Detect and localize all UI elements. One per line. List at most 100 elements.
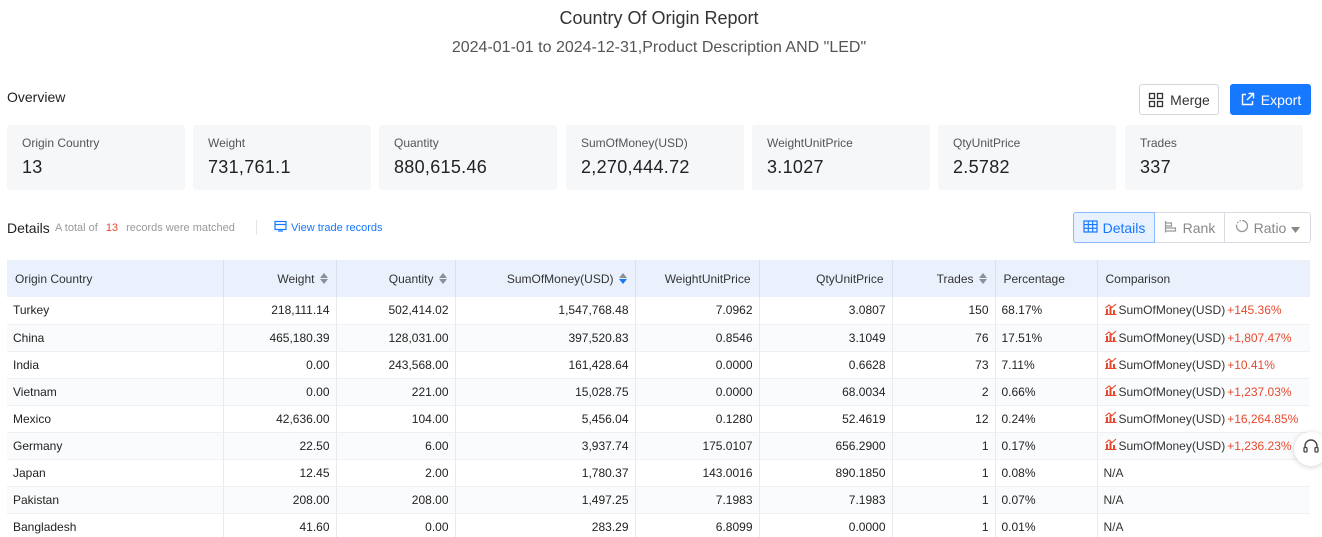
col-comparison: Comparison	[1097, 260, 1310, 297]
sort-icon[interactable]	[438, 273, 447, 284]
col-trades[interactable]: Trades	[892, 260, 996, 297]
cell-qty-unit-price: 0.6628	[759, 351, 893, 379]
rank-view-button[interactable]: Rank	[1155, 212, 1225, 243]
trend-chart-icon	[1104, 411, 1117, 426]
cell-weight: 0.00	[223, 351, 337, 379]
cell-origin-country: Bangladesh	[7, 513, 224, 537]
table-row[interactable]: Japan 12.45 2.00 1,780.37 143.0016 890.1850 1 0…	[7, 459, 1310, 487]
cell-weight: 42,636.00	[223, 405, 337, 433]
cell-percentage: 68.17%	[995, 297, 1098, 325]
caret-down-icon	[1291, 220, 1301, 236]
cell-sum-of-money: 161,428.64	[455, 351, 636, 379]
cell-quantity: 0.00	[336, 513, 456, 537]
cell-qty-unit-price: 3.1049	[759, 324, 893, 352]
rank-icon	[1164, 220, 1178, 236]
table-row[interactable]: Turkey 218,111.14 502,414.02 1,547,768.48 7.…	[7, 297, 1310, 325]
ratio-view-dropdown[interactable]: Ratio	[1225, 212, 1311, 243]
cell-origin-country: Germany	[7, 432, 224, 460]
comparison-change: +16,264.85%	[1227, 411, 1299, 426]
sort-icon[interactable]	[319, 273, 328, 284]
stat-card-origin-country: Origin Country 13	[7, 125, 185, 190]
col-origin-country: Origin Country	[7, 260, 224, 297]
export-button[interactable]: Export	[1230, 84, 1311, 115]
table-row[interactable]: Bangladesh 41.60 0.00 283.29 6.8099 0.0000 1 0.…	[7, 513, 1310, 537]
comparison-metric: SumOfMoney(USD)	[1118, 438, 1226, 453]
col-qty-unit-price: QtyUnitPrice	[759, 260, 893, 297]
cell-trades: 1	[892, 432, 996, 460]
view-switcher: Details Rank Ratio	[1073, 212, 1311, 243]
trend-chart-icon	[1104, 384, 1117, 399]
table-row[interactable]: Germany 22.50 6.00 3,937.74 175.0107 656.2900…	[7, 432, 1310, 460]
cell-weight-unit-price: 6.8099	[635, 513, 760, 537]
overview-heading: Overview	[7, 89, 66, 105]
col-quantity[interactable]: Quantity	[336, 260, 456, 297]
rank-view-label: Rank	[1182, 219, 1216, 236]
cell-qty-unit-price: 3.0807	[759, 297, 893, 325]
export-label: Export	[1260, 91, 1302, 108]
comparison-indicator: SumOfMoney(USD) +1,237.03%	[1104, 384, 1305, 399]
cell-sum-of-money: 1,497.25	[455, 486, 636, 514]
merge-icon	[1148, 92, 1164, 108]
cell-sum-of-money: 1,547,768.48	[455, 297, 636, 325]
stat-card-sum-of-money: SumOfMoney(USD) 2,270,444.72	[566, 125, 744, 190]
table-row[interactable]: Vietnam 0.00 221.00 15,028.75 0.0000 68.0034 2…	[7, 378, 1310, 406]
customer-service-button[interactable]	[1294, 432, 1322, 466]
col-weight-unit-price: WeightUnitPrice	[635, 260, 760, 297]
stat-card-weight: Weight 731,761.1	[193, 125, 371, 190]
view-trade-records-label: View trade records	[291, 221, 383, 234]
comparison-metric: SumOfMoney(USD)	[1118, 384, 1226, 399]
comparison-metric: SumOfMoney(USD)	[1118, 330, 1226, 345]
comparison-change: +1,237.03%	[1227, 384, 1292, 399]
table-row[interactable]: China 465,180.39 128,031.00 397,520.83 0.854…	[7, 324, 1310, 352]
table-row[interactable]: India 0.00 243,568.00 161,428.64 0.0000 0.662…	[7, 351, 1310, 379]
cell-origin-country: India	[7, 351, 224, 379]
comparison-na: N/A	[1103, 465, 1124, 480]
cell-weight: 218,111.14	[223, 297, 337, 325]
details-view-button[interactable]: Details	[1073, 212, 1155, 243]
sort-icon[interactable]	[618, 273, 627, 284]
cell-comparison: SumOfMoney(USD) +1,237.03%	[1097, 378, 1310, 406]
cell-weight: 12.45	[223, 459, 337, 487]
details-heading: Details	[7, 220, 50, 236]
cell-weight: 41.60	[223, 513, 337, 537]
cell-quantity: 221.00	[336, 378, 456, 406]
comparison-metric: SumOfMoney(USD)	[1118, 303, 1226, 318]
cell-origin-country: Japan	[7, 459, 224, 487]
table-row[interactable]: Mexico 42,636.00 104.00 5,456.04 0.1280 52.46…	[7, 405, 1310, 433]
stat-value: 2,270,444.72	[581, 157, 690, 177]
cell-trades: 1	[892, 459, 996, 487]
stat-value: 3.1027	[767, 157, 824, 177]
cell-sum-of-money: 397,520.83	[455, 324, 636, 352]
cell-quantity: 502,414.02	[336, 297, 456, 325]
table-icon	[1082, 219, 1098, 236]
col-percentage: Percentage	[995, 260, 1098, 297]
stat-label: WeightUnitPrice	[767, 136, 853, 150]
stat-value: 2.5782	[953, 157, 1010, 177]
records-prefix: A total of	[55, 222, 98, 234]
comparison-indicator: SumOfMoney(USD) +145.36%	[1104, 303, 1305, 318]
cell-percentage: 0.08%	[995, 459, 1098, 487]
table-header-row: Origin Country Weight Quantity SumOfMone…	[7, 260, 1310, 297]
report-subtitle: 2024-01-01 to 2024-12-31,Product Descrip…	[451, 39, 867, 56]
cell-comparison: SumOfMoney(USD) +1,807.47%	[1097, 324, 1310, 352]
sort-icon[interactable]	[978, 273, 987, 284]
cell-trades: 73	[892, 351, 996, 379]
cell-comparison: N/A	[1097, 459, 1310, 487]
col-weight[interactable]: Weight	[223, 260, 337, 297]
cell-weight-unit-price: 0.0000	[635, 378, 760, 406]
col-sum-of-money[interactable]: SumOfMoney(USD)	[455, 260, 636, 297]
divider	[256, 220, 257, 235]
cell-weight-unit-price: 0.1280	[635, 405, 760, 433]
cell-qty-unit-price: 52.4619	[759, 405, 893, 433]
details-view-label: Details	[1102, 219, 1146, 236]
merge-button[interactable]: Merge	[1139, 84, 1219, 115]
view-trade-records-link[interactable]: View trade records	[274, 220, 383, 235]
table-row[interactable]: Pakistan 208.00 208.00 1,497.25 7.1983 7.1983…	[7, 486, 1310, 514]
cell-percentage: 0.17%	[995, 432, 1098, 460]
comparison-na: N/A	[1103, 492, 1124, 507]
cell-comparison: SumOfMoney(USD) +145.36%	[1097, 297, 1310, 325]
cell-trades: 1	[892, 513, 996, 537]
cell-quantity: 2.00	[336, 459, 456, 487]
stat-label: QtyUnitPrice	[953, 136, 1021, 150]
cell-origin-country: Mexico	[7, 405, 224, 433]
